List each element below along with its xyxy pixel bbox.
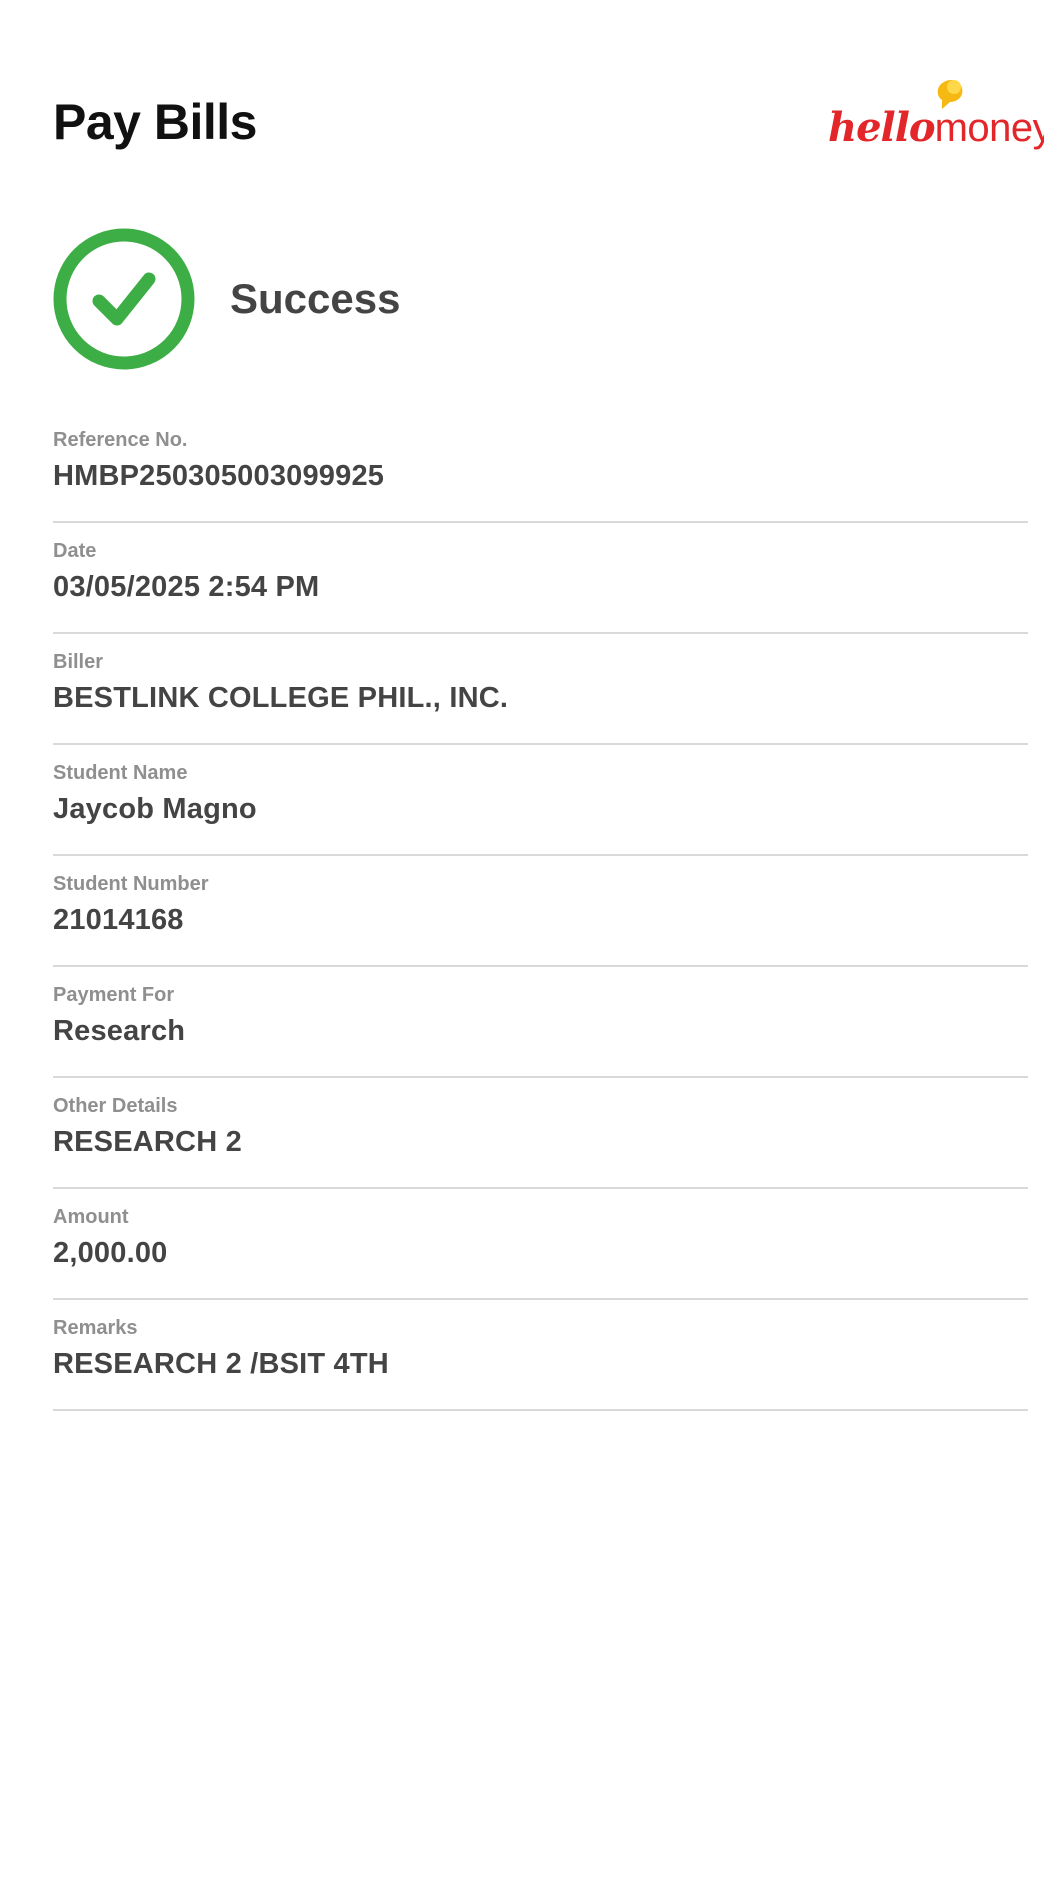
detail-value: RESEARCH 2 [53,1126,242,1158]
detail-row-other-details: Other Details RESEARCH 2 [53,1078,1028,1189]
detail-value: Jaycob Magno [53,793,257,825]
detail-label: Student Number [53,873,209,895]
detail-label: Other Details [53,1095,178,1117]
detail-row-date: Date 03/05/2025 2:54 PM [53,523,1028,634]
detail-row-amount: Amount 2,000.00 [53,1189,1028,1300]
detail-row-remarks: Remarks RESEARCH 2 /BSIT 4TH [53,1300,1028,1411]
status-banner: Success [53,228,400,370]
detail-label: Reference No. [53,429,188,451]
check-circle-icon [53,228,195,370]
transaction-details: Reference No. HMBP250305003099925 Date 03/0… [53,412,1028,1411]
detail-value: HMBP250305003099925 [53,460,385,492]
detail-value: RESEARCH 2 /BSIT 4TH [53,1348,389,1380]
detail-row-biller: Biller BESTLINK COLLEGE PHIL., INC. [53,634,1028,745]
detail-value: 21014168 [53,904,184,936]
header: Pay Bills hellomoney [53,80,1044,172]
detail-row-reference-number: Reference No. HMBP250305003099925 [53,412,1028,523]
detail-row-payment-for: Payment For Research [53,967,1028,1078]
detail-label: Biller [53,651,104,673]
detail-label: Amount [53,1206,129,1228]
logo-hello-text: hello [828,104,936,151]
detail-row-student-name: Student Name Jaycob Magno [53,745,1028,856]
detail-value: 03/05/2025 2:54 PM [53,571,320,603]
detail-row-student-number: Student Number 21014168 [53,856,1028,967]
status-text: Success [230,275,401,322]
detail-value: BESTLINK COLLEGE PHIL., INC. [53,682,509,714]
detail-label: Payment For [53,984,175,1006]
detail-value: Research [53,1015,186,1047]
detail-label: Date [53,540,97,562]
logo-money-text: money [934,106,1044,150]
hellomoney-logo: hellomoney [828,80,1044,162]
page-title: Pay Bills [53,94,257,150]
detail-label: Remarks [53,1317,138,1339]
logo-wordmark: hellomoney [828,104,1044,161]
detail-label: Student Name [53,762,188,784]
detail-value: 2,000.00 [53,1237,168,1269]
